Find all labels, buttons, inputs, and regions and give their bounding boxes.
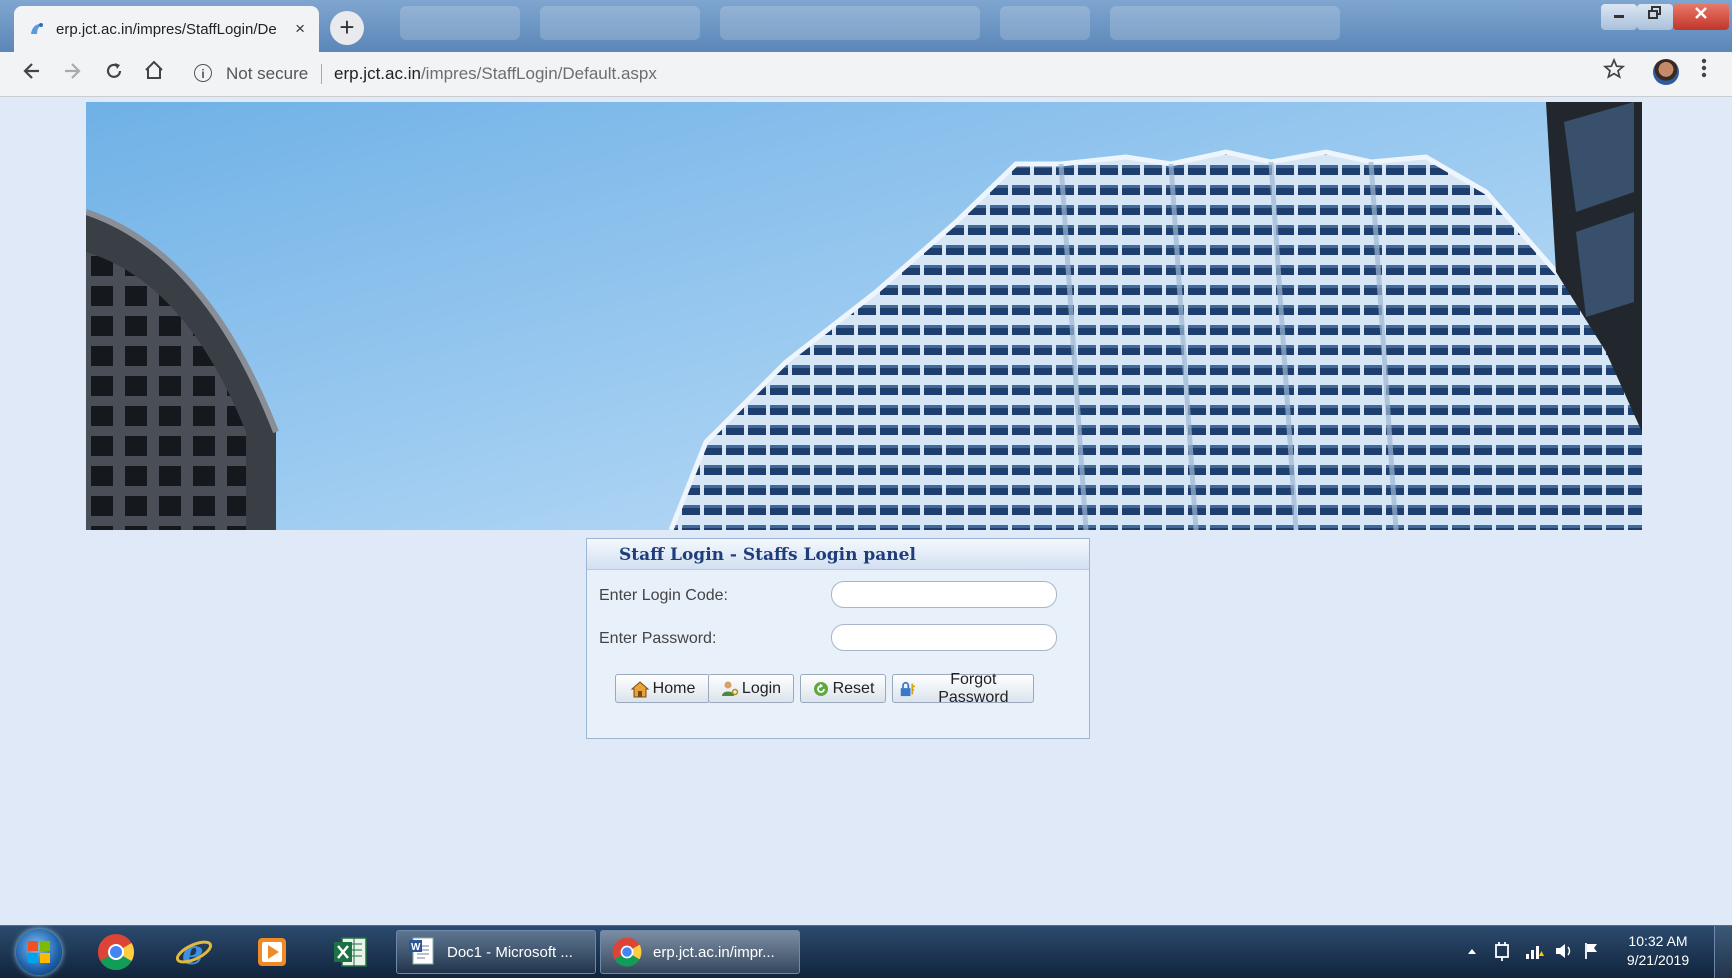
taskbar-window-label: Doc1 - Microsoft ...	[447, 943, 573, 961]
internet-explorer-icon[interactable]: e	[174, 932, 216, 973]
network-plug-icon[interactable]	[1495, 942, 1509, 961]
restore-icon	[1648, 6, 1661, 19]
browser-menu-icon[interactable]	[1700, 56, 1708, 86]
url-host: erp.jct.ac.in	[334, 64, 421, 83]
panel-header: Staff Login - Staffs Login panel	[587, 539, 1089, 570]
word-document-icon: W	[409, 937, 434, 965]
blurred-window-strip	[400, 6, 520, 40]
forgot-password-button-label: Forgot Password	[938, 670, 1009, 706]
reset-arrow-icon	[813, 681, 828, 696]
profile-avatar[interactable]	[1653, 59, 1679, 85]
new-tab-button[interactable]: +	[330, 11, 364, 45]
address-bar[interactable]: i Not secure erp.jct.ac.in/impres/StaffL…	[186, 56, 1616, 92]
login-code-input[interactable]	[831, 581, 1057, 608]
chrome-taskbar-icon[interactable]	[96, 932, 138, 972]
forgot-password-button[interactable]: Forgot Password	[892, 671, 1034, 706]
lock-key-icon	[900, 681, 915, 696]
back-button[interactable]	[16, 58, 48, 90]
media-player-icon[interactable]	[252, 932, 294, 972]
skyscraper-illustration	[86, 102, 1642, 530]
clock-time: 10:32 AM	[1628, 933, 1688, 949]
volume-icon[interactable]	[1556, 944, 1571, 958]
browser-title-bar: erp.jct.ac.in/impres/StaffLogin/Default.…	[0, 0, 1732, 52]
blurred-window-strip	[720, 6, 980, 40]
forward-arrow-icon	[65, 63, 81, 79]
home-button[interactable]: Home	[615, 674, 710, 703]
taskbar-window-word[interactable]: W Doc1 - Microsoft ...	[396, 930, 596, 974]
windows-taskbar: e W Doc1 - Microsoft ... erp.jct.ac.in/i…	[0, 925, 1732, 978]
blurred-window-strip	[540, 6, 700, 40]
close-icon	[1695, 7, 1707, 19]
taskbar-window-chrome[interactable]: erp.jct.ac.in/impr...	[600, 930, 800, 974]
blurred-window-strip	[1110, 6, 1340, 40]
url-path: /impres/StaffLogin/Default.aspx	[420, 64, 657, 83]
password-label: Enter Password:	[599, 630, 717, 647]
system-tray	[1466, 940, 1606, 965]
home-button-label: Home	[652, 679, 696, 697]
url-text[interactable]: erp.jct.ac.in/impres/StaffLogin/Default.…	[334, 64, 657, 84]
minimize-button[interactable]	[1601, 4, 1637, 30]
excel-icon[interactable]	[330, 932, 372, 972]
svg-text:W: W	[411, 942, 421, 953]
reload-icon	[106, 63, 122, 78]
home-icon	[145, 60, 163, 79]
house-icon	[630, 680, 649, 697]
password-input[interactable]	[831, 624, 1057, 651]
taskbar-clock[interactable]: 10:32 AM 9/21/2019	[1608, 932, 1708, 970]
close-window-button[interactable]	[1673, 4, 1729, 30]
login-button[interactable]: Login	[708, 674, 794, 703]
reset-button[interactable]: Reset	[800, 674, 886, 703]
action-center-flag-icon[interactable]	[1585, 943, 1597, 959]
browser-tab[interactable]: erp.jct.ac.in/impres/StaffLogin/Default.…	[14, 6, 319, 52]
home-button[interactable]	[138, 58, 170, 90]
svg-text:e: e	[182, 933, 204, 972]
login-code-label: Enter Login Code:	[599, 587, 728, 604]
back-arrow-icon	[23, 63, 39, 79]
address-divider	[321, 64, 322, 84]
start-button[interactable]	[16, 929, 62, 975]
tab-title: erp.jct.ac.in/impres/StaffLogin/Default.…	[56, 20, 276, 38]
site-info-icon[interactable]: i	[194, 64, 212, 82]
site-favicon-icon	[28, 20, 46, 38]
user-key-icon	[721, 681, 739, 696]
page-content: Staff Login - Staffs Login panel Enter L…	[6, 97, 1732, 925]
login-button-label: Login	[741, 679, 782, 697]
reload-button[interactable]	[98, 58, 130, 90]
forward-button[interactable]	[56, 58, 88, 90]
reset-button-label: Reset	[832, 679, 875, 697]
show-hidden-icons-icon[interactable]	[1468, 949, 1476, 954]
signal-bars-icon[interactable]	[1526, 946, 1544, 959]
bookmark-star-icon[interactable]	[1602, 57, 1626, 86]
chrome-icon	[612, 937, 642, 967]
maximize-button[interactable]	[1637, 4, 1673, 30]
windows-logo-icon	[28, 941, 50, 963]
clock-date: 9/21/2019	[1626, 952, 1690, 968]
security-status: Not secure	[226, 64, 309, 83]
tab-close-icon[interactable]: ×	[295, 19, 305, 39]
blurred-window-strip	[1000, 6, 1090, 40]
show-desktop-button[interactable]	[1714, 926, 1732, 978]
taskbar-window-label: erp.jct.ac.in/impr...	[653, 943, 775, 961]
header-banner-image	[86, 102, 1642, 530]
panel-title: Staff Login - Staffs Login panel	[619, 545, 916, 565]
staff-login-panel: Staff Login - Staffs Login panel Enter L…	[586, 538, 1090, 739]
browser-toolbar: i Not secure erp.jct.ac.in/impres/StaffL…	[0, 52, 1732, 97]
minimize-icon	[1614, 15, 1624, 18]
